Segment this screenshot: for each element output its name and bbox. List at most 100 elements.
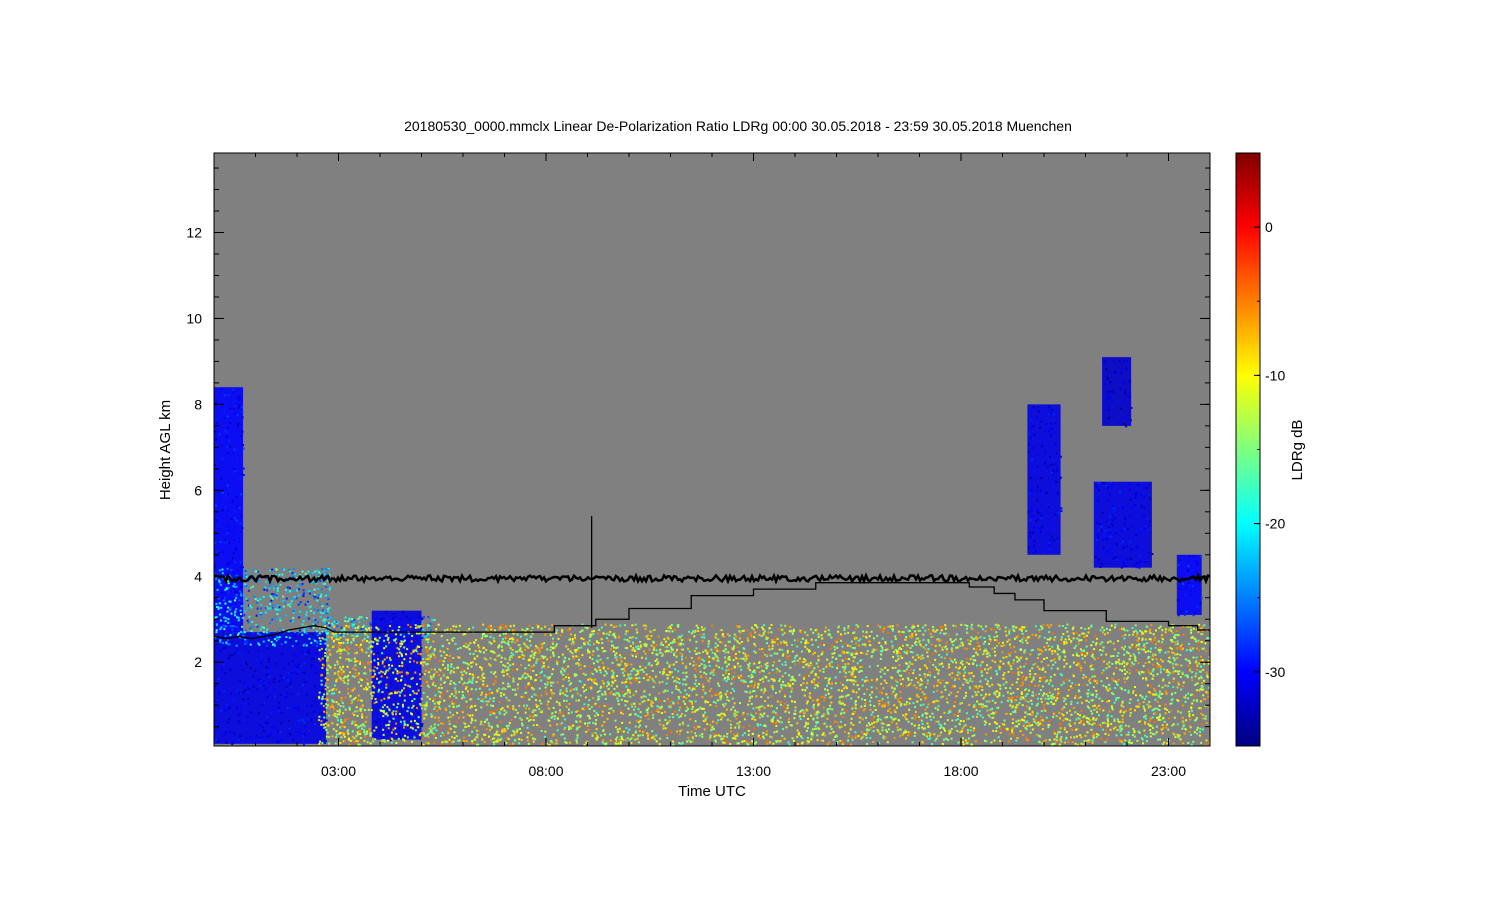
heatmap-cell <box>434 656 437 659</box>
heatmap-cell <box>280 711 283 714</box>
heatmap-cell <box>380 675 383 678</box>
heatmap-cell <box>243 568 246 571</box>
heatmap-cell <box>936 638 939 641</box>
heatmap-cell <box>279 583 282 586</box>
heatmap-cell <box>418 646 421 649</box>
heatmap-cell <box>326 610 329 613</box>
heatmap-cell <box>226 426 229 429</box>
heatmap-cell <box>666 697 669 700</box>
heatmap-cell <box>265 644 268 647</box>
heatmap-cell <box>326 731 329 734</box>
heatmap-cell <box>1029 675 1032 678</box>
heatmap-cell <box>1127 733 1130 736</box>
heatmap-cell <box>1007 670 1010 673</box>
heatmap-cell <box>1160 648 1163 651</box>
heatmap-cell <box>1187 664 1190 667</box>
heatmap-cell <box>433 708 436 711</box>
heatmap-cell <box>609 739 612 742</box>
heatmap-cell <box>793 639 796 642</box>
heatmap-cell <box>1194 640 1197 643</box>
heatmap-cell <box>1205 739 1208 742</box>
heatmap-cell <box>1188 643 1191 646</box>
heatmap-cell <box>316 599 319 602</box>
heatmap-cell <box>519 647 522 650</box>
heatmap-cell <box>498 644 501 647</box>
heatmap-cell <box>1110 715 1113 718</box>
heatmap-cell <box>392 703 395 706</box>
heatmap-cell <box>717 682 720 685</box>
heatmap-cell <box>401 661 404 664</box>
heatmap-cell <box>1173 641 1176 644</box>
heatmap-cell <box>397 655 400 658</box>
heatmap-cell <box>817 665 820 668</box>
heatmap-cell <box>492 710 495 713</box>
heatmap-cell <box>1135 669 1138 672</box>
heatmap-cell <box>632 708 635 711</box>
heatmap-cell <box>839 720 842 723</box>
heatmap-cell <box>214 584 217 587</box>
heatmap-cell <box>520 738 523 741</box>
heatmap-cell <box>1051 743 1054 746</box>
heatmap-cell <box>275 589 278 592</box>
heatmap-cell <box>398 671 401 674</box>
heatmap-cell <box>1034 684 1037 687</box>
heatmap-cell <box>518 704 521 707</box>
heatmap-cell <box>334 672 337 675</box>
heatmap-cell <box>991 707 994 710</box>
heatmap-cell <box>1072 706 1075 709</box>
heatmap-cell <box>464 722 467 725</box>
heatmap-cell <box>298 663 301 666</box>
heatmap-cell <box>857 639 860 642</box>
heatmap-cell <box>498 711 501 714</box>
heatmap-cell <box>270 726 273 729</box>
heatmap-cell <box>239 512 242 515</box>
heatmap-cell <box>1021 704 1024 707</box>
heatmap-cell <box>385 724 388 727</box>
heatmap-cell <box>246 715 249 718</box>
heatmap-cell <box>1167 717 1170 720</box>
heatmap-cell <box>250 630 253 633</box>
heatmap-cell <box>695 727 698 730</box>
heatmap-cell <box>1030 699 1033 702</box>
heatmap-cell <box>320 679 323 682</box>
heatmap-cell <box>1167 629 1170 632</box>
heatmap-cell <box>956 729 959 732</box>
heatmap-cell <box>1086 652 1089 655</box>
heatmap-cell <box>1001 651 1004 654</box>
heatmap-cell <box>666 677 669 680</box>
heatmap-cell <box>241 669 244 672</box>
heatmap-cell <box>430 715 433 718</box>
heatmap-cell <box>891 730 894 733</box>
heatmap-cell <box>1150 640 1153 643</box>
heatmap-cell <box>821 695 824 698</box>
heatmap-cell <box>422 664 425 667</box>
heatmap-cell <box>753 662 756 665</box>
heatmap-cell <box>461 668 464 671</box>
heatmap-cell <box>806 682 809 685</box>
heatmap-cell <box>1117 658 1120 661</box>
heatmap-cell <box>708 690 711 693</box>
heatmap-cell <box>355 735 358 738</box>
heatmap-cell <box>230 612 233 615</box>
heatmap-cell <box>1025 705 1028 708</box>
heatmap-cell <box>681 695 684 698</box>
heatmap-cell <box>1037 724 1040 727</box>
heatmap-cell <box>1025 639 1028 642</box>
heatmap-cell <box>269 733 272 736</box>
heatmap-cell <box>229 407 232 410</box>
heatmap-cell <box>1167 671 1170 674</box>
heatmap-cell <box>1015 739 1018 742</box>
heatmap-cell <box>224 461 227 464</box>
heatmap-cell <box>766 742 769 745</box>
heatmap-cell <box>256 607 259 610</box>
heatmap-cell <box>1098 697 1101 700</box>
heatmap-cell <box>525 633 528 636</box>
heatmap-cell <box>850 697 853 700</box>
heatmap-cell <box>446 638 449 641</box>
heatmap-cell <box>1025 657 1028 660</box>
heatmap-cell <box>256 625 259 628</box>
heatmap-cell <box>1097 714 1100 717</box>
heatmap-cell <box>635 637 638 640</box>
heatmap-cell <box>576 741 579 744</box>
heatmap-cell <box>683 695 686 698</box>
